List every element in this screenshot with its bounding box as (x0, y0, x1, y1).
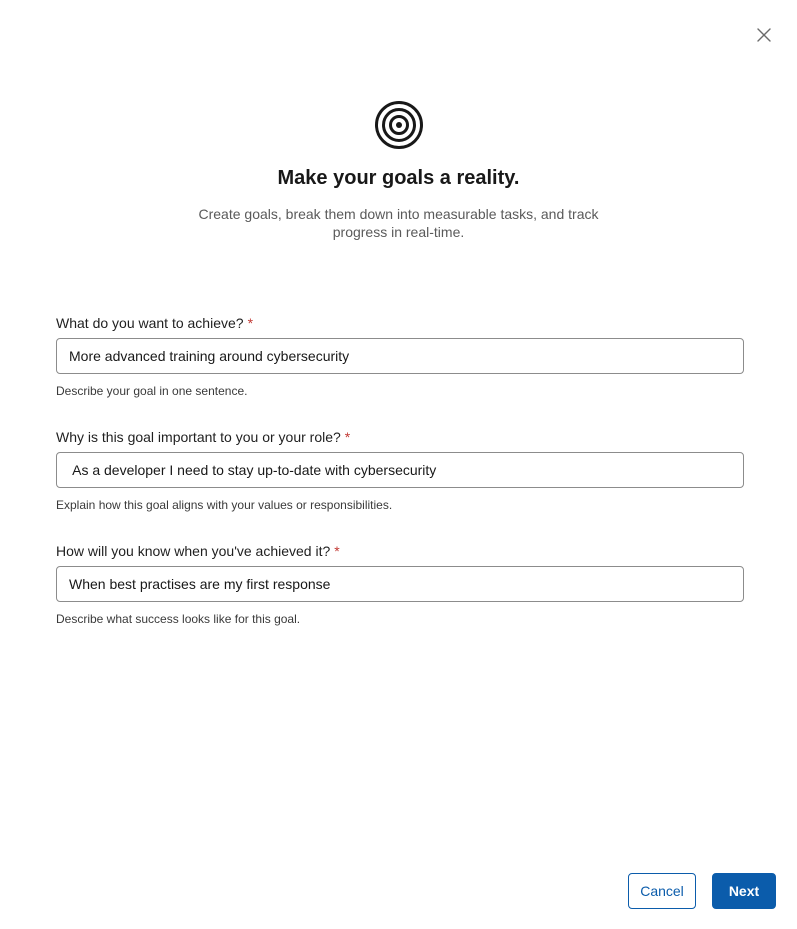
importance-input[interactable] (56, 452, 744, 488)
cancel-button[interactable]: Cancel (628, 873, 696, 909)
dialog-title: Make your goals a reality. (277, 167, 520, 189)
close-icon (757, 28, 771, 42)
success-field-help: Describe what success looks like for thi… (56, 612, 301, 626)
dialog-header: Make your goals a reality. Create goals,… (0, 100, 797, 241)
importance-field: Why is this goal important to you or you… (56, 428, 744, 513)
required-marker: * (344, 429, 351, 445)
goal-input[interactable] (56, 338, 744, 374)
importance-field-help: Explain how this goal aligns with your v… (56, 498, 393, 512)
goal-field: What do you want to achieve?* Describe y… (56, 314, 744, 399)
target-icon (374, 101, 423, 149)
success-field-label: How will you know when you've achieved i… (56, 543, 340, 559)
close-button[interactable] (752, 23, 776, 47)
required-marker: * (334, 543, 340, 559)
dialog-subtitle: Create goals, break them down into measu… (198, 206, 599, 240)
next-button[interactable]: Next (712, 873, 776, 909)
success-input[interactable] (56, 566, 744, 602)
importance-field-label: Why is this goal important to you or you… (56, 429, 351, 445)
success-field: How will you know when you've achieved i… (56, 542, 744, 627)
required-marker: * (247, 315, 254, 331)
goal-field-help: Describe your goal in one sentence. (56, 384, 248, 398)
goal-field-label: What do you want to achieve? * (56, 315, 254, 331)
